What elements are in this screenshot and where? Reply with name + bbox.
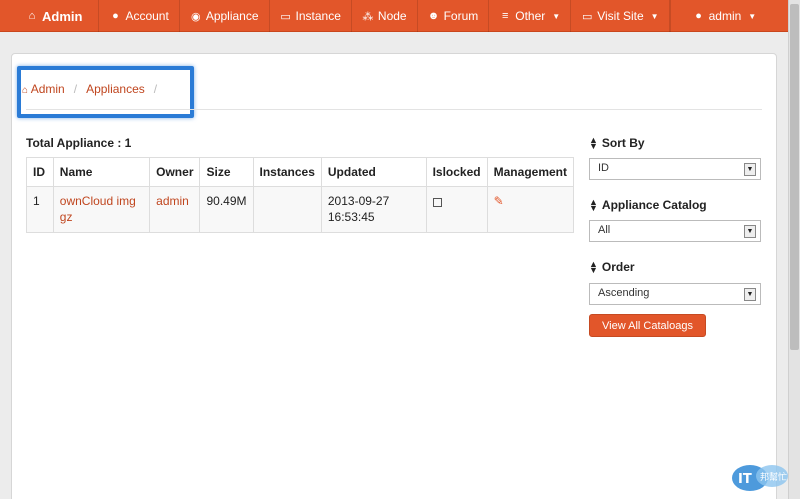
nav-item-label: Instance	[295, 9, 341, 23]
column-header-instances[interactable]: Instances	[252, 157, 322, 187]
column-header-name[interactable]: Name	[52, 157, 151, 187]
home-icon: ⌂	[28, 10, 36, 22]
order-label: ▲ ▼ Order	[589, 259, 635, 275]
nav-item-label: Appliance	[205, 9, 259, 23]
appliance-catalog-select[interactable]: All ▼	[589, 220, 761, 242]
sort-by-select[interactable]: ID ▼	[589, 158, 761, 180]
nav-item-forum[interactable]: ☻ Forum	[418, 0, 490, 32]
nav-item-account[interactable]: ● Account	[99, 0, 180, 32]
chevron-down-icon: ▼	[552, 11, 561, 21]
svg-text:IT: IT	[738, 472, 752, 487]
group-icon: ☻	[427, 10, 440, 22]
order-select[interactable]: Ascending ▼	[589, 283, 761, 305]
top-navbar: ⌂ Admin ● Account ◉ Appliance ▭ Instance…	[0, 0, 788, 32]
column-header-updated[interactable]: Updated	[320, 157, 427, 187]
cell-islocked	[425, 186, 488, 233]
sort-icon: ▲ ▼	[589, 135, 598, 151]
column-header-owner[interactable]: Owner	[149, 157, 201, 187]
divider	[26, 109, 762, 110]
column-header-islocked[interactable]: Islocked	[425, 157, 488, 187]
sort-icon: ▲ ▼	[589, 197, 598, 213]
user-icon: ●	[695, 10, 702, 22]
hdd-icon: ▭	[280, 10, 291, 23]
appliance-name-link[interactable]: ownCloud img gz	[60, 194, 136, 224]
chevron-down-icon: ▼	[748, 11, 757, 21]
nav-item-label: Other	[515, 9, 546, 23]
chevron-down-icon: ▼	[744, 163, 756, 176]
column-header-id[interactable]: ID	[26, 157, 54, 187]
nav-user-menu[interactable]: ● admin ▼	[669, 0, 797, 32]
chevron-down-icon: ▼	[650, 11, 659, 21]
nav-item-other[interactable]: ≡ Other ▼	[489, 0, 572, 32]
order-value: Ascending	[598, 287, 650, 299]
svg-text:邦幫忙: 邦幫忙	[760, 471, 787, 483]
view-all-catalogs-button[interactable]: View All Cataloags	[589, 314, 706, 337]
scrollbar-thumb[interactable]	[790, 4, 799, 350]
breadcrumb-highlight	[17, 66, 194, 118]
page-scrollbar[interactable]	[788, 0, 800, 499]
nav-user-label: admin	[708, 9, 742, 23]
nav-brand-label: Admin	[42, 8, 83, 24]
appliance-table: ID Name Owner Size Instances Updated Isl…	[26, 157, 575, 233]
cell-size: 90.49M	[199, 186, 254, 233]
ithome-watermark-logo: IT 邦幫忙	[730, 458, 790, 494]
order-label-text: Order	[601, 260, 635, 274]
sort-by-value: ID	[598, 162, 609, 174]
cell-name: ownCloud img gz	[52, 186, 151, 233]
list-icon: ≡	[502, 10, 509, 22]
nav-item-label: Node	[377, 9, 407, 23]
monitor-icon: ▭	[582, 10, 593, 23]
sort-by-label-text: Sort By	[601, 136, 645, 150]
appliance-catalog-label: ▲ ▼ Appliance Catalog	[589, 197, 707, 213]
sitemap-icon: ⁂	[362, 10, 374, 23]
edit-icon[interactable]: ✎	[494, 194, 504, 208]
nav-brand-admin[interactable]: ⌂ Admin	[0, 0, 100, 32]
nav-item-instance[interactable]: ▭ Instance	[270, 0, 352, 32]
nav-item-label: Account	[125, 9, 169, 23]
total-appliance-label: Total Appliance : 1	[26, 136, 132, 150]
cell-id: 1	[26, 186, 54, 233]
owner-link[interactable]: admin	[156, 194, 189, 208]
chevron-down-icon: ▼	[744, 225, 756, 238]
watermark-logo-graphic: IT 邦幫忙	[732, 465, 788, 491]
nav-item-node[interactable]: ⁂ Node	[352, 0, 418, 32]
cell-updated: 2013-09-27 16:53:45	[320, 186, 427, 233]
table-row: 1 ownCloud img gz admin 90.49M 2013-09-2…	[26, 186, 575, 233]
nav-item-appliance[interactable]: ◉ Appliance	[180, 0, 270, 32]
content-panel	[11, 53, 777, 499]
cell-instances	[252, 186, 322, 233]
nav-item-label: Visit Site	[597, 9, 644, 23]
column-header-management[interactable]: Management	[486, 157, 575, 187]
column-header-size[interactable]: Size	[199, 157, 254, 187]
sort-icon: ▲ ▼	[589, 259, 598, 275]
appliance-catalog-label-text: Appliance Catalog	[601, 198, 707, 212]
globe-icon: ◉	[191, 10, 201, 23]
cell-management: ✎	[486, 186, 575, 233]
sort-by-label: ▲ ▼ Sort By	[589, 135, 645, 151]
cell-owner: admin	[149, 186, 201, 233]
table-header-row: ID Name Owner Size Instances Updated Isl…	[26, 157, 575, 187]
nav-item-visit-site[interactable]: ▭ Visit Site ▼	[571, 0, 670, 32]
islocked-checkbox[interactable]	[432, 198, 442, 207]
nav-item-label: Forum	[443, 9, 479, 23]
chevron-down-icon: ▼	[744, 288, 756, 301]
appliance-catalog-value: All	[598, 224, 611, 236]
user-icon: ●	[112, 10, 119, 22]
